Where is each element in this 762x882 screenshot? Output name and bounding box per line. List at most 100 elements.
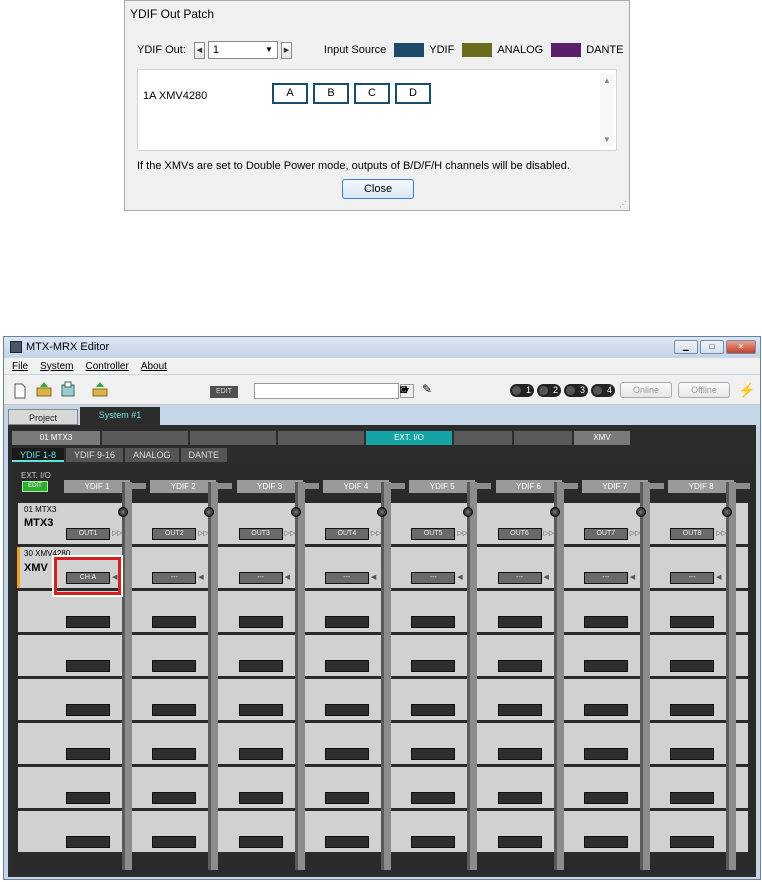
unit-1-indicator[interactable]: 1: [510, 384, 534, 397]
patch-cell[interactable]: OUT1: [66, 528, 110, 540]
empty-patch-cell[interactable]: [670, 660, 715, 672]
connection-icon[interactable]: ⚡: [738, 382, 755, 399]
device-tab-empty[interactable]: [514, 431, 572, 445]
open-file-icon[interactable]: [36, 381, 52, 397]
device-tab-empty[interactable]: [102, 431, 188, 445]
empty-patch-cell[interactable]: [152, 792, 197, 804]
pen-icon[interactable]: ✎: [422, 382, 436, 396]
patch-cell[interactable]: ---: [324, 572, 369, 584]
empty-patch-cell[interactable]: [583, 792, 628, 804]
export-icon[interactable]: [92, 381, 108, 397]
device-tab-empty[interactable]: [190, 431, 276, 445]
empty-patch-cell[interactable]: [411, 616, 456, 628]
patch-cell[interactable]: ---: [670, 572, 715, 584]
patch-cell[interactable]: ---: [411, 572, 456, 584]
scroll-up-icon[interactable]: ▲: [603, 76, 611, 85]
patch-cell[interactable]: OUT8: [670, 528, 715, 540]
empty-patch-cell[interactable]: [411, 836, 456, 848]
empty-patch-cell[interactable]: [238, 616, 283, 628]
camera-icon[interactable]: ◙: [400, 382, 414, 396]
tab-analog[interactable]: ANALOG: [125, 448, 179, 462]
empty-patch-cell[interactable]: [411, 660, 456, 672]
empty-patch-cell[interactable]: [497, 616, 542, 628]
column-header-ydif-5[interactable]: YDIF 5: [409, 480, 476, 493]
empty-patch-cell[interactable]: [238, 748, 283, 760]
empty-patch-cell[interactable]: [324, 660, 369, 672]
tab-ydif-1-8[interactable]: YDIF 1-8: [12, 448, 65, 462]
empty-patch-cell[interactable]: [238, 704, 283, 716]
empty-patch-cell[interactable]: [497, 704, 542, 716]
patch-cell[interactable]: OUT4: [324, 528, 369, 540]
column-header-ydif-1[interactable]: YDIF 1: [64, 480, 130, 493]
unit-3-indicator[interactable]: 3: [564, 384, 588, 397]
empty-patch-cell[interactable]: [583, 660, 628, 672]
patch-cell[interactable]: ---: [583, 572, 628, 584]
column-header-ydif-8[interactable]: YDIF 8: [668, 480, 735, 493]
vertical-scrollbar[interactable]: ▲ ▼: [600, 74, 614, 146]
toolbar-edit-button[interactable]: EDIT: [210, 386, 238, 398]
device-tab-xmv[interactable]: XMV: [574, 431, 630, 445]
empty-patch-cell[interactable]: [238, 792, 283, 804]
empty-patch-cell[interactable]: [583, 748, 628, 760]
slot-d-button[interactable]: D: [395, 83, 431, 104]
empty-patch-cell[interactable]: [152, 660, 197, 672]
slot-b-button[interactable]: B: [313, 83, 349, 104]
menu-controller[interactable]: Controller: [85, 361, 128, 372]
empty-patch-cell[interactable]: [152, 704, 197, 716]
minimize-button[interactable]: ▁: [674, 340, 698, 354]
slot-c-button[interactable]: C: [354, 83, 390, 104]
empty-patch-cell[interactable]: [238, 836, 283, 848]
device-tab-empty[interactable]: [278, 431, 364, 445]
ext-edit-button[interactable]: EDIT: [22, 481, 48, 492]
empty-patch-cell[interactable]: [583, 836, 628, 848]
empty-patch-cell[interactable]: [411, 748, 456, 760]
tab-ydif-9-16[interactable]: YDIF 9-16: [66, 448, 124, 462]
empty-patch-cell[interactable]: [324, 748, 369, 760]
empty-patch-cell[interactable]: [670, 792, 715, 804]
empty-patch-cell[interactable]: [324, 704, 369, 716]
empty-patch-cell[interactable]: [411, 704, 456, 716]
empty-patch-cell[interactable]: [152, 836, 197, 848]
device-tab-mtx3[interactable]: 01 MTX3: [12, 431, 100, 445]
empty-patch-cell[interactable]: [152, 748, 197, 760]
patch-cell[interactable]: OUT2: [152, 528, 197, 540]
save-file-icon[interactable]: [60, 381, 76, 397]
empty-patch-cell[interactable]: [411, 792, 456, 804]
scroll-down-icon[interactable]: ▼: [603, 135, 611, 144]
patch-cell[interactable]: ---: [497, 572, 542, 584]
patch-cell[interactable]: OUT7: [583, 528, 628, 540]
online-button[interactable]: Online: [620, 382, 672, 398]
empty-patch-cell[interactable]: [66, 748, 110, 760]
prev-output-button[interactable]: ◀: [193, 41, 205, 59]
empty-patch-cell[interactable]: [670, 616, 715, 628]
empty-patch-cell[interactable]: [324, 616, 369, 628]
device-tab-ext-io[interactable]: EXT. I/O: [366, 431, 452, 445]
empty-patch-cell[interactable]: [324, 792, 369, 804]
empty-patch-cell[interactable]: [324, 836, 369, 848]
empty-patch-cell[interactable]: [583, 704, 628, 716]
empty-patch-cell[interactable]: [66, 836, 110, 848]
empty-patch-cell[interactable]: [670, 748, 715, 760]
empty-patch-cell[interactable]: [66, 792, 110, 804]
column-header-ydif-7[interactable]: YDIF 7: [581, 480, 648, 493]
empty-patch-cell[interactable]: [670, 836, 715, 848]
column-header-ydif-4[interactable]: YDIF 4: [322, 480, 389, 493]
empty-patch-cell[interactable]: [497, 660, 542, 672]
maximize-button[interactable]: □: [700, 340, 724, 354]
empty-patch-cell[interactable]: [66, 616, 110, 628]
empty-patch-cell[interactable]: [583, 616, 628, 628]
device-tab-empty[interactable]: [454, 431, 512, 445]
empty-patch-cell[interactable]: [497, 836, 542, 848]
empty-patch-cell[interactable]: [66, 660, 110, 672]
patch-cell[interactable]: ---: [152, 572, 197, 584]
menu-about[interactable]: About: [141, 361, 167, 372]
column-header-ydif-6[interactable]: YDIF 6: [495, 480, 562, 493]
menu-file[interactable]: File: [12, 361, 28, 372]
unit-2-indicator[interactable]: 2: [537, 384, 561, 397]
empty-patch-cell[interactable]: [152, 616, 197, 628]
column-header-ydif-2[interactable]: YDIF 2: [150, 480, 217, 493]
unit-4-indicator[interactable]: 4: [591, 384, 615, 397]
slot-a-button[interactable]: A: [272, 83, 308, 104]
tab-system-1[interactable]: System #1: [80, 407, 160, 425]
ydif-out-select[interactable]: 1 ▼: [207, 41, 278, 59]
